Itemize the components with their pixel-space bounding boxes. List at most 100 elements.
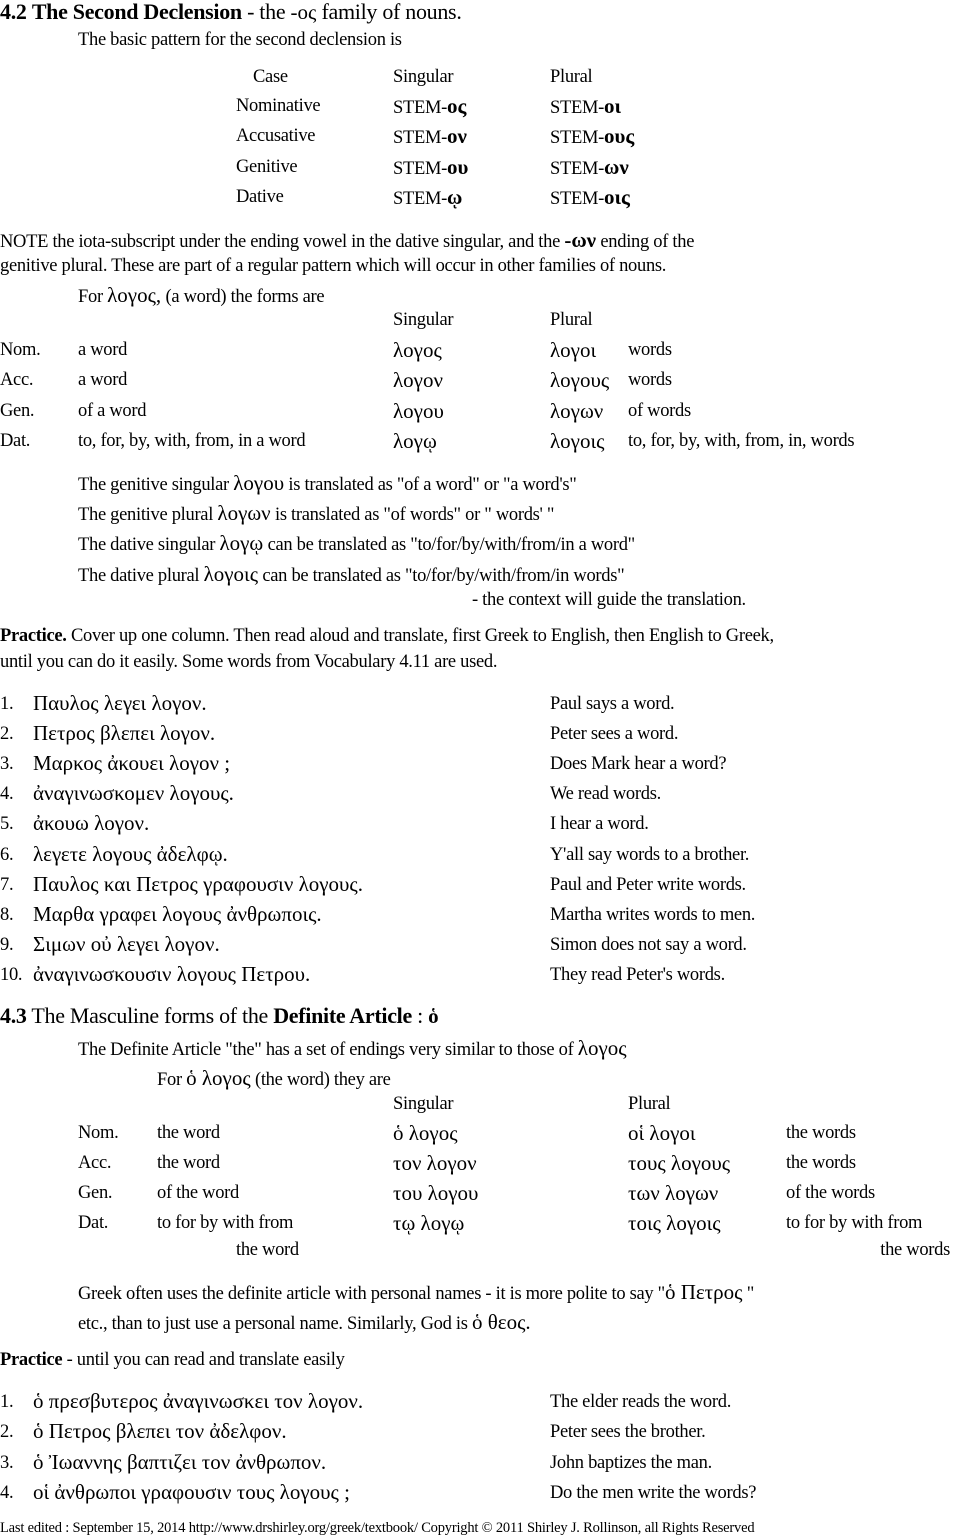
exercise-number: 5. bbox=[0, 814, 14, 835]
greek-sentence: Παυλος και Πετρος γραφουσιν λογους. bbox=[33, 871, 364, 896]
plural-meaning: words bbox=[628, 340, 672, 360]
greek-sentence: ἀναγινωσκουσιν λογους Πετρου. bbox=[33, 961, 311, 986]
meaning: to, for, by, with, from, in a word bbox=[78, 430, 306, 451]
exercise-number: 6. bbox=[0, 844, 14, 865]
article-header-plural: Plural bbox=[628, 1094, 671, 1114]
singular-form: λογου bbox=[393, 398, 444, 423]
exercise-number: 7. bbox=[0, 874, 14, 895]
practice-heading-2: Practice - until you can read and transl… bbox=[0, 1350, 345, 1370]
note-line-2: genitive plural. These are part of a reg… bbox=[0, 256, 667, 276]
plural-form: λογων bbox=[550, 398, 604, 423]
names-note-2: etc., than to just use a personal name. … bbox=[78, 1310, 531, 1334]
plural-ending: STEM-ων bbox=[550, 154, 629, 179]
greek-sentence: Σιμων οὐ λεγει λογον. bbox=[33, 931, 220, 956]
exercise-number: 3. bbox=[0, 1452, 14, 1473]
plural-article-form: τοις λογοις bbox=[628, 1211, 721, 1235]
english-translation: Peter sees the brother. bbox=[550, 1422, 706, 1443]
greek-sentence: ἀναγινωσκομεν λογους. bbox=[33, 781, 234, 806]
textbook-page: 4.2 The Second Declension - the -ος fami… bbox=[0, 0, 960, 1539]
greek-sentence: ὁ πρεσβυτερος ἀναγινωσκει τον λογον. bbox=[33, 1389, 364, 1413]
english-translation: Martha writes words to men. bbox=[550, 904, 756, 925]
plural-meaning: the words bbox=[786, 1153, 856, 1173]
singular-form: λογῳ bbox=[393, 428, 437, 453]
translation-note: The genitive singular λογου is translate… bbox=[78, 471, 577, 495]
practice-line-2: until you can do it easily. Some words f… bbox=[0, 652, 498, 672]
pattern-header: Plural bbox=[550, 67, 593, 87]
plural-ending: STEM-οις bbox=[550, 184, 630, 209]
english-translation: The elder reads the word. bbox=[550, 1392, 732, 1412]
meaning: a word bbox=[78, 370, 128, 391]
singular-article-form: τον λογον bbox=[393, 1151, 477, 1175]
meaning: the word bbox=[157, 1153, 220, 1173]
exercise-number: 1. bbox=[0, 694, 14, 714]
plural-meaning: words bbox=[628, 370, 672, 391]
english-translation: Do the men write the words? bbox=[550, 1482, 757, 1503]
dative-continuation-plural: the words bbox=[880, 1240, 950, 1260]
singular-form: λογον bbox=[393, 368, 443, 393]
case-label: Accusative bbox=[236, 126, 316, 147]
footer: Last edited : September 15, 2014 http://… bbox=[0, 1520, 755, 1536]
forms-intro: For λογος, (a word) the forms are bbox=[78, 283, 325, 307]
exercise-number: 9. bbox=[0, 934, 14, 955]
plural-meaning: the words bbox=[786, 1123, 856, 1143]
singular-ending: STEM-ος bbox=[393, 94, 467, 118]
singular-article-form: τῳ λογῳ bbox=[393, 1211, 465, 1235]
singular-ending: STEM-ον bbox=[393, 124, 467, 149]
dative-continuation-singular: the word bbox=[236, 1240, 299, 1260]
article-header-singular: Singular bbox=[393, 1094, 454, 1114]
case-label: Nominative bbox=[236, 96, 321, 116]
exercise-number: 2. bbox=[0, 1422, 14, 1443]
plural-ending: STEM-ους bbox=[550, 124, 635, 149]
case-abbr: Gen. bbox=[78, 1183, 113, 1203]
english-translation: We read words. bbox=[550, 784, 661, 805]
plural-ending: STEM-οι bbox=[550, 94, 622, 118]
translation-note: The dative singular λογῳ can be translat… bbox=[78, 531, 635, 556]
intro-text: The basic pattern for the second declens… bbox=[78, 30, 402, 50]
case-label: Genitive bbox=[236, 156, 298, 177]
section-heading-4-2: 4.2 The Second Declension - the -ος fami… bbox=[0, 0, 462, 24]
greek-sentence: Πετρος βλεπει λογον. bbox=[33, 721, 216, 746]
english-translation: Paul and Peter write words. bbox=[550, 874, 746, 895]
note-line-1: NOTE the iota-subscript under the ending… bbox=[0, 228, 695, 252]
meaning: of a word bbox=[78, 400, 147, 421]
greek-sentence: Παυλος λεγει λογον. bbox=[33, 691, 207, 715]
article-forms-intro: For ὁ λογος (the word) they are bbox=[157, 1066, 391, 1090]
greek-sentence: ὁ Πετρος βλεπει τον ἀδελφον. bbox=[33, 1419, 287, 1444]
plural-meaning: to, for, by, with, from, in, words bbox=[628, 430, 855, 451]
meaning: to for by with from bbox=[157, 1213, 294, 1233]
exercise-number: 3. bbox=[0, 754, 14, 775]
names-note-1: Greek often uses the definite article wi… bbox=[78, 1280, 754, 1304]
article-intro: The Definite Article "the" has a set of … bbox=[78, 1036, 627, 1060]
english-translation: Paul says a word. bbox=[550, 694, 675, 714]
meaning: a word bbox=[78, 340, 128, 360]
english-translation: Does Mark hear a word? bbox=[550, 754, 727, 775]
english-translation: Y'all say words to a brother. bbox=[550, 844, 750, 865]
case-abbr: Nom. bbox=[78, 1123, 119, 1143]
exercise-number: 8. bbox=[0, 904, 14, 925]
case-abbr: Acc. bbox=[0, 370, 34, 391]
greek-sentence: λεγετε λογους ἀδελφῳ. bbox=[33, 841, 228, 866]
exercise-number: 2. bbox=[0, 724, 14, 745]
context-note: - the context will guide the translation… bbox=[472, 590, 746, 610]
meaning: the word bbox=[157, 1123, 220, 1143]
translation-note: The dative plural λογοις can be translat… bbox=[78, 561, 625, 586]
pattern-header: Singular bbox=[393, 67, 454, 87]
forms-header-singular: Singular bbox=[393, 310, 454, 330]
practice-line-1: Practice. Cover up one column. Then read… bbox=[0, 626, 774, 646]
singular-ending: STEM-ου bbox=[393, 154, 469, 179]
meaning: of the word bbox=[157, 1183, 239, 1203]
case-abbr: Acc. bbox=[78, 1153, 112, 1173]
singular-article-form: του λογου bbox=[393, 1181, 479, 1205]
greek-sentence: Μαρκος ἀκουει λογον ; bbox=[33, 751, 231, 776]
greek-sentence: ἀκουω λογον. bbox=[33, 811, 150, 836]
english-translation: John baptizes the man. bbox=[550, 1452, 712, 1473]
case-abbr: Nom. bbox=[0, 340, 41, 360]
greek-sentence: οἱ ἀνθρωποι γραφουσιν τους λογους ; bbox=[33, 1479, 350, 1504]
exercise-number: 10. bbox=[0, 964, 23, 985]
english-translation: Simon does not say a word. bbox=[550, 934, 747, 955]
singular-ending: STEM-ῳ bbox=[393, 184, 463, 209]
forms-header-plural: Plural bbox=[550, 310, 593, 330]
english-translation: I hear a word. bbox=[550, 814, 649, 835]
exercise-number: 4. bbox=[0, 784, 14, 805]
translation-note: The genitive plural λογων is translated … bbox=[78, 501, 555, 526]
